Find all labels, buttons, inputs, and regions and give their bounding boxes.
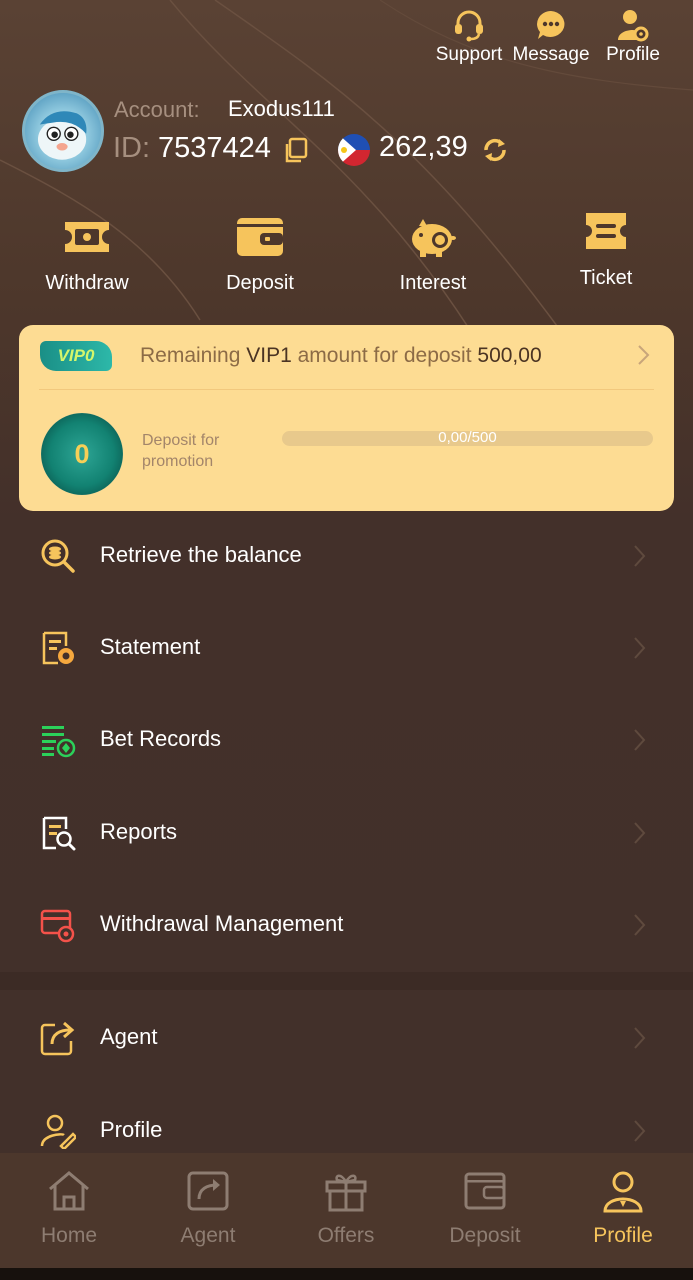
menu-label-retrieve-balance: Retrieve the balance [100,542,302,567]
bet-records-icon [42,726,76,758]
nav-deposit[interactable]: Deposit [416,1169,554,1248]
deposit-promotion-label: Deposit for promotion [142,432,220,470]
menu-item-withdrawal-management[interactable]: Withdrawal Management [0,879,693,971]
profile-top-label: Profile [606,44,660,65]
nav-profile[interactable]: Profile [554,1169,692,1248]
system-bar [0,1268,693,1280]
user-gear-icon [618,10,649,42]
bottom-nav: Home Agent Offers Deposit Profile [0,1153,693,1268]
withdrawal-management-icon [40,909,75,943]
withdraw-label: Withdraw [45,272,129,294]
copy-icon[interactable] [283,137,309,163]
deposit-button[interactable]: Deposit [190,214,330,295]
vip-coin-level: 0 [74,438,90,469]
vip-card[interactable]: VIP0 Remaining VIP1 amount for deposit 5… [19,325,674,511]
menu-item-statement[interactable]: Statement [0,602,693,694]
headset-icon [455,10,483,42]
id-label: ID: [113,132,151,164]
chevron-right-icon [634,729,646,751]
pufferfish-avatar-image [37,111,87,160]
nav-offers[interactable]: Offers [277,1169,415,1248]
statement-icon [42,631,74,665]
cash-icon [65,222,109,252]
account-name: Exodus111 [228,96,335,121]
chevron-right-icon [634,637,646,659]
interest-button[interactable]: Interest [363,214,503,295]
account-id: 7537424 [158,132,271,164]
interest-label: Interest [399,272,467,294]
menu-item-bet-records[interactable]: Bet Records [0,694,693,786]
nav-agent[interactable]: Agent [139,1169,277,1248]
profile-top-button[interactable]: Profile [599,8,667,66]
share-icon [187,1171,229,1211]
home-icon [49,1171,89,1211]
menu-item-agent[interactable]: Agent [0,992,693,1084]
vip-next-level: VIP1 [246,344,292,367]
vip-requirement-text: Remaining VIP1 amount for deposit 500,00 [140,344,542,368]
chevron-right-icon [634,1120,646,1142]
profile-screen: Support Message Profile Account: Exodus1… [0,0,693,1268]
vip-amount: 500,00 [477,344,542,367]
menu-item-reports[interactable]: Reports [0,787,693,879]
deposit-progress-text: 0,00/500 [438,429,497,446]
gift-icon [325,1174,367,1212]
chat-bubble-icon [537,11,565,39]
account-label: Account: [114,97,200,122]
withdraw-button[interactable]: Withdraw [17,214,157,295]
chevron-right-icon[interactable] [636,343,652,367]
nav-offers-label: Offers [317,1224,375,1247]
nav-deposit-label: Deposit [449,1224,521,1247]
philippines-flag-icon [338,134,370,166]
retrieve-balance-icon [41,539,75,573]
menu-label-statement: Statement [100,634,201,659]
wallet-icon [464,1172,506,1210]
nav-home[interactable]: Home [0,1169,138,1248]
nav-home-label: Home [40,1224,98,1247]
nav-profile-label: Profile [593,1224,653,1247]
menu-label-withdrawal-management: Withdrawal Management [100,911,344,936]
top-actions: Support Message Profile [435,8,667,66]
user-icon [603,1171,643,1213]
chevron-right-icon [634,914,646,936]
vip-divider [39,389,654,390]
nav-agent-label: Agent [180,1224,236,1247]
menu-label-agent: Agent [100,1024,158,1049]
menu-label-profile: Profile [100,1117,163,1142]
vip-text-mid: amount for deposit [297,344,472,367]
vip-text-prefix: Remaining [140,344,241,367]
share-icon [40,1021,75,1056]
message-button[interactable]: Message [512,8,590,66]
menu-label-reports: Reports [100,819,178,844]
chevron-right-icon [634,1027,646,1049]
ticket-label: Ticket [579,267,633,289]
ticket-button[interactable]: Ticket [536,209,676,290]
support-label: Support [435,44,503,65]
wallet-icon [237,218,283,256]
piggy-bank-icon [412,219,456,257]
chevron-right-icon [634,545,646,567]
ticket-icon [586,213,626,249]
deposit-progress-bar: 0,00/500 [282,429,653,446]
chevron-right-icon [634,822,646,844]
message-label: Message [512,44,590,65]
section-divider [0,972,693,990]
user-edit-icon [40,1114,76,1149]
support-button[interactable]: Support [435,8,503,66]
refresh-icon[interactable] [480,135,510,165]
reports-icon [42,816,76,851]
vip-level-coin: 0 [41,413,123,495]
menu-label-bet-records: Bet Records [100,726,222,751]
quick-actions: Withdraw Deposit Interest Ticket [0,213,693,314]
vip-badge: VIP0 [40,341,112,371]
menu-item-retrieve-balance[interactable]: Retrieve the balance [0,510,693,602]
balance-value: 262,39 [379,131,468,163]
deposit-label: Deposit [226,272,294,294]
avatar[interactable] [22,90,104,172]
